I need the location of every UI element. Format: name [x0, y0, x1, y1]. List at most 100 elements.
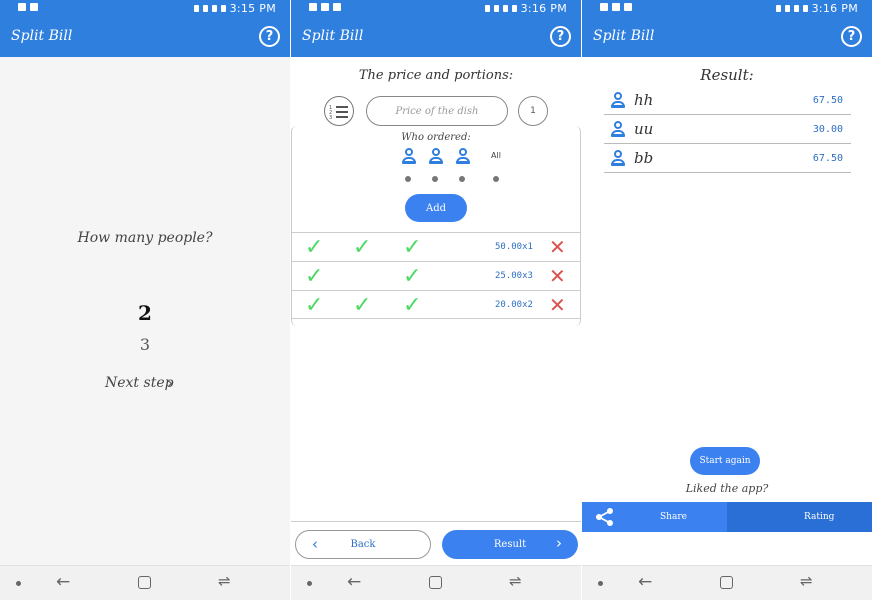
share-label: Share — [660, 512, 687, 522]
wifi-icon — [793, 5, 799, 12]
person-select-dot[interactable] — [459, 176, 465, 182]
home-icon[interactable] — [720, 576, 733, 589]
liked-app-label: Liked the app? — [685, 482, 769, 495]
quantity-field[interactable]: 1 — [518, 96, 548, 126]
message-icon — [309, 3, 317, 11]
mail-icon — [30, 3, 38, 11]
person-icon — [610, 150, 626, 166]
price-heading: The price and portions: — [358, 68, 514, 83]
check-icon[interactable]: ✓ — [305, 262, 323, 291]
recent-apps-icon[interactable]: ⇌ — [509, 572, 522, 590]
app-title: Split Bill — [302, 28, 364, 44]
chevron-right-icon: › — [556, 534, 562, 552]
status-time: 3:16 PM — [520, 2, 567, 15]
person-icon[interactable] — [401, 148, 417, 164]
chevron-left-icon: ‹ — [312, 535, 318, 553]
back-arrow-icon[interactable]: ← — [638, 572, 652, 592]
order-row: ✓ ✓ ✓ 20.00x2 ✕ — [291, 290, 581, 319]
back-button[interactable]: ‹ Back — [295, 530, 431, 559]
result-name: uu — [634, 120, 654, 138]
help-button[interactable]: ? — [259, 26, 280, 47]
back-arrow-icon[interactable]: ← — [347, 572, 361, 592]
status-time: 3:16 PM — [811, 2, 858, 15]
result-label: Result — [493, 539, 527, 550]
order-price: 20.00x2 — [495, 300, 533, 310]
app-title: Split Bill — [11, 28, 73, 44]
mail-icon — [321, 3, 329, 11]
people-count-option[interactable]: 3 — [0, 335, 290, 354]
alarm-icon — [202, 5, 208, 12]
status-bar: 3:15 PM — [0, 0, 290, 18]
rating-label: Rating — [804, 512, 835, 522]
help-button[interactable]: ? — [841, 26, 862, 47]
all-select-dot[interactable] — [493, 176, 499, 182]
nav-dot-icon[interactable] — [16, 581, 21, 586]
recent-apps-icon[interactable]: ⇌ — [218, 572, 231, 590]
nav-dot-icon[interactable] — [598, 581, 603, 586]
person-icon[interactable] — [428, 148, 444, 164]
share-icon — [596, 508, 613, 526]
recent-apps-icon[interactable]: ⇌ — [800, 572, 813, 590]
wifi-icon — [211, 5, 217, 12]
wifi-icon — [502, 5, 508, 12]
app-bar: Split Bill ? — [291, 18, 581, 57]
rating-button[interactable]: 👍︎ Rating — [727, 502, 872, 532]
result-amount: 67.50 — [812, 95, 843, 106]
numbered-list-icon[interactable]: 1 2 3 — [324, 96, 354, 126]
screen-people-count: 3:15 PM Split Bill ? How many people? 2 … — [0, 0, 290, 600]
share-button[interactable]: Share — [582, 502, 727, 532]
check-icon[interactable]: ✓ — [403, 291, 421, 320]
home-icon[interactable] — [138, 576, 151, 589]
person-select-dot[interactable] — [405, 176, 411, 182]
back-arrow-icon[interactable]: ← — [56, 572, 70, 592]
screen-result: 3:16 PM Split Bill ? Result: hh 67.50 uu 30… — [582, 0, 872, 600]
result-row: bb 67.50 — [604, 144, 851, 173]
image-icon — [333, 3, 341, 11]
people-count-selected[interactable]: 2 — [0, 301, 290, 325]
person-icon[interactable] — [455, 148, 471, 164]
message-icon — [600, 3, 608, 11]
check-icon[interactable]: ✓ — [403, 233, 421, 262]
mail-icon — [612, 3, 620, 11]
all-label[interactable]: All — [491, 151, 501, 160]
battery-icon — [802, 5, 808, 12]
result-row: hh 67.50 — [604, 86, 851, 115]
price-input[interactable] — [366, 96, 508, 126]
alarm-icon — [784, 5, 790, 12]
check-icon[interactable]: ✓ — [305, 233, 323, 262]
home-icon[interactable] — [429, 576, 442, 589]
check-icon[interactable]: ✓ — [305, 291, 323, 320]
check-icon[interactable]: ✓ — [353, 233, 371, 262]
check-icon[interactable]: ✓ — [403, 262, 421, 291]
who-ordered-label: Who ordered: — [401, 132, 471, 143]
alarm-icon — [493, 5, 499, 12]
people-question: How many people? — [77, 230, 213, 246]
result-heading: Result: — [700, 66, 754, 84]
bluetooth-icon — [484, 5, 490, 12]
result-amount: 67.50 — [812, 153, 843, 164]
result-name: bb — [634, 149, 654, 167]
start-again-button[interactable]: Start again — [690, 447, 760, 475]
bluetooth-icon — [193, 5, 199, 12]
nav-dot-icon[interactable] — [307, 581, 312, 586]
person-icon — [610, 92, 626, 108]
order-price: 25.00x3 — [495, 271, 533, 281]
status-time: 3:15 PM — [229, 2, 276, 15]
divider — [291, 521, 581, 522]
help-button[interactable]: ? — [550, 26, 571, 47]
next-step-button[interactable]: Next step — [105, 375, 174, 391]
system-nav-bar: ← ⇌ — [291, 565, 581, 600]
delete-icon[interactable]: ✕ — [549, 263, 566, 290]
delete-icon[interactable]: ✕ — [549, 292, 566, 319]
person-icon — [610, 121, 626, 137]
chevron-right-icon[interactable]: › — [167, 374, 173, 392]
result-name: hh — [634, 91, 654, 109]
app-title: Split Bill — [593, 28, 655, 44]
status-bar: 3:16 PM — [291, 0, 581, 18]
message-icon — [18, 3, 26, 11]
check-icon[interactable]: ✓ — [353, 291, 371, 320]
delete-icon[interactable]: ✕ — [549, 234, 566, 261]
add-button[interactable]: Add — [405, 194, 467, 222]
result-button[interactable]: Result › — [442, 530, 578, 559]
person-select-dot[interactable] — [432, 176, 438, 182]
